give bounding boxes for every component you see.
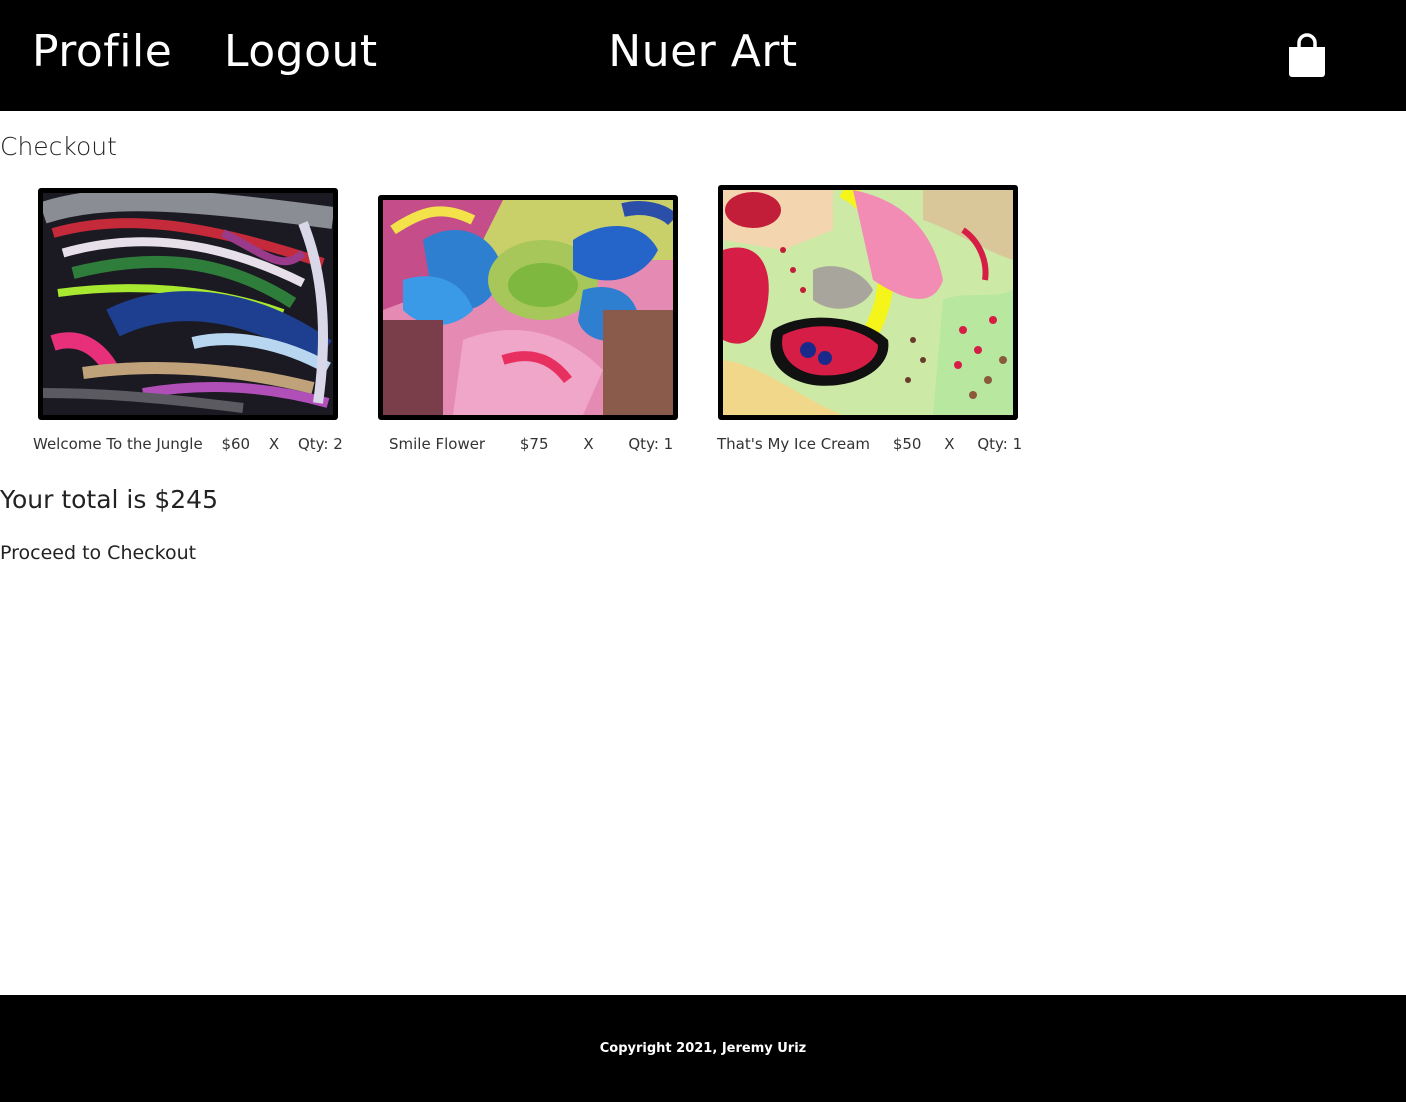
item-price: $60 xyxy=(221,435,251,453)
cart-item-details: That's My Ice Cream $50 X Qty: 1 xyxy=(717,434,1022,454)
item-quantity: Qty: 1 xyxy=(977,435,1023,453)
item-quantity: Qty: 2 xyxy=(297,435,343,453)
order-total: Your total is $245 xyxy=(0,485,218,514)
item-quantity: Qty: 1 xyxy=(628,435,674,453)
proceed-to-checkout-button[interactable]: Proceed to Checkout xyxy=(0,540,196,566)
page-title: Checkout xyxy=(0,132,117,161)
item-title: Smile Flower xyxy=(389,435,486,453)
shopping-bag-icon[interactable] xyxy=(1287,33,1327,77)
remove-item-button[interactable]: X xyxy=(269,434,279,454)
remove-item-button[interactable]: X xyxy=(944,434,954,454)
cart-item-details: Welcome To the Jungle $60 X Qty: 2 xyxy=(33,434,343,454)
copyright-text: Copyright 2021, Jeremy Uriz xyxy=(599,1041,807,1056)
artwork-image xyxy=(718,185,1018,420)
item-price: $75 xyxy=(519,435,549,453)
cart-item-details: Smile Flower $75 X Qty: 1 xyxy=(389,434,673,454)
item-title: That's My Ice Cream xyxy=(717,435,871,453)
remove-item-button[interactable]: X xyxy=(583,434,593,454)
brand-title: Nuer Art xyxy=(608,26,798,77)
artwork-image xyxy=(38,188,338,420)
artwork-image xyxy=(378,195,678,420)
item-title: Welcome To the Jungle xyxy=(33,435,203,453)
item-price: $50 xyxy=(892,435,922,453)
top-nav-bar: Profile Logout Nuer Art xyxy=(0,0,1406,111)
